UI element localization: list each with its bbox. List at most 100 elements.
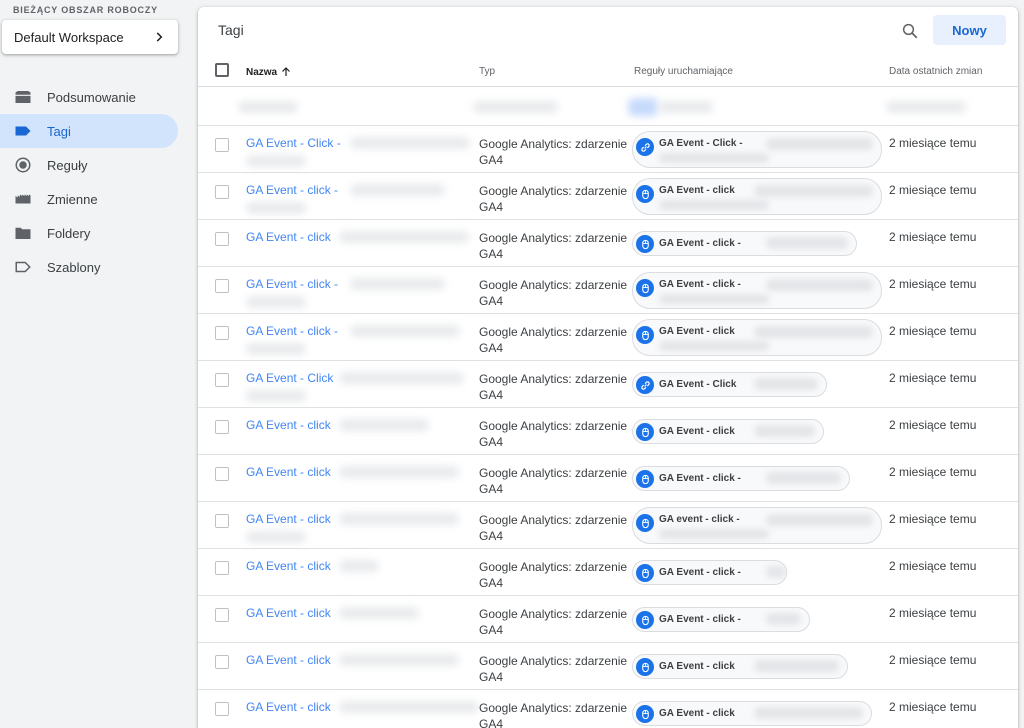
trigger-chip[interactable]: GA Event - click: [632, 419, 824, 444]
redacted-trigger-name-2: [659, 153, 769, 163]
tag-name-link[interactable]: GA Event - click: [246, 512, 331, 526]
tag-name-link[interactable]: GA Event - click: [246, 653, 331, 667]
redacted-trigger-name: [754, 660, 839, 672]
sidebar-item-summary[interactable]: Podsumowanie: [0, 80, 178, 114]
tag-type: Google Analytics: zdarzenie GA4: [479, 513, 628, 543]
redacted-trigger-name: [754, 707, 863, 719]
tag-name-link[interactable]: GA Event - click: [246, 559, 331, 573]
redacted-trigger-name: [765, 514, 873, 526]
row-checkbox[interactable]: [215, 420, 229, 434]
tag-name-link[interactable]: GA Event - Click: [246, 371, 333, 385]
row-checkbox[interactable]: [215, 138, 229, 152]
tag-name-link[interactable]: GA Event - click -: [246, 183, 338, 197]
row-checkbox[interactable]: [215, 608, 229, 622]
tag-name-link[interactable]: GA Event - click -: [246, 324, 338, 338]
table-row[interactable]: GA Event - click Google Analytics: zdarz…: [198, 408, 1018, 455]
row-checkbox[interactable]: [215, 655, 229, 669]
sidebar-item-variables[interactable]: Zmienne: [0, 182, 178, 216]
trigger-chip[interactable]: GA Event - click -: [632, 466, 850, 491]
search-icon: [902, 23, 918, 39]
trigger-chip[interactable]: GA Event - click -: [632, 272, 882, 309]
tag-name-link[interactable]: GA Event - click: [246, 700, 331, 714]
table-row[interactable]: GA Event - Click - Google Analytics: zda…: [198, 126, 1018, 173]
tag-name-link[interactable]: GA Event - click: [246, 606, 331, 620]
redacted-trigger-icon: [628, 98, 658, 116]
row-checkbox[interactable]: [215, 232, 229, 246]
column-header-type[interactable]: Typ: [479, 66, 495, 77]
search-button[interactable]: [898, 19, 922, 43]
workspace-name: Default Workspace: [14, 29, 124, 45]
last-modified-date: 2 miesiące temu: [889, 653, 977, 667]
tag-name-link[interactable]: GA Event - Click -: [246, 136, 341, 150]
trigger-chip[interactable]: GA Event - Click: [632, 372, 827, 397]
workspace-selector[interactable]: Default Workspace: [2, 20, 178, 54]
tag-name-link[interactable]: GA Event - click: [246, 230, 331, 244]
row-checkbox[interactable]: [215, 326, 229, 340]
mouse-icon: [636, 279, 654, 297]
arrow-up-icon: [282, 67, 291, 76]
row-checkbox[interactable]: [215, 373, 229, 387]
trigger-chip[interactable]: GA Event - click -: [632, 607, 810, 632]
column-header-triggers[interactable]: Reguły uruchamiające: [634, 66, 733, 77]
table-row[interactable]: GA Event - click - Google Analytics: zda…: [198, 314, 1018, 361]
trigger-chip[interactable]: GA event - click -: [632, 507, 882, 544]
table-row[interactable]: GA Event - click Google Analytics: zdarz…: [198, 690, 1018, 728]
row-checkbox[interactable]: [215, 467, 229, 481]
tag-name-link[interactable]: GA Event - click: [246, 465, 331, 479]
tag-type: Google Analytics: zdarzenie GA4: [479, 654, 628, 684]
sidebar-item-label: Foldery: [47, 225, 91, 241]
trigger-chip[interactable]: GA Event - click -: [632, 231, 857, 256]
column-header-name[interactable]: Nazwa: [246, 66, 292, 78]
trigger-chip[interactable]: GA Event - click -: [632, 560, 787, 585]
table-row[interactable]: GA Event - Click Google Analytics: zdarz…: [198, 361, 1018, 408]
tag-type: Google Analytics: zdarzenie GA4: [479, 372, 628, 402]
table-row-redacted: [198, 88, 1018, 126]
last-modified-date: 2 miesiące temu: [889, 136, 977, 150]
table-row[interactable]: GA Event - click - Google Analytics: zda…: [198, 173, 1018, 220]
last-modified-date: 2 miesiące temu: [889, 465, 977, 479]
last-modified-date: 2 miesiące temu: [889, 371, 977, 385]
sidebar-item-folders[interactable]: Foldery: [0, 216, 178, 250]
table-row[interactable]: GA Event - click - Google Analytics: zda…: [198, 267, 1018, 314]
row-checkbox[interactable]: [215, 561, 229, 575]
trigger-chip[interactable]: GA Event - click: [632, 319, 882, 356]
redacted-tag-name: [350, 184, 446, 196]
row-checkbox[interactable]: [215, 702, 229, 716]
mouse-icon: [636, 423, 654, 441]
row-checkbox[interactable]: [215, 279, 229, 293]
last-modified-date: 2 miesiące temu: [889, 700, 977, 714]
link-icon: [636, 138, 654, 156]
table-row[interactable]: GA Event - click Google Analytics: zdarz…: [198, 220, 1018, 267]
sidebar-item-templates[interactable]: Szablony: [0, 250, 178, 284]
template-icon: [14, 258, 32, 276]
table-row[interactable]: GA Event - click Google Analytics: zdarz…: [198, 455, 1018, 502]
last-modified-date: 2 miesiące temu: [889, 559, 977, 573]
table-row[interactable]: GA Event - click Google Analytics: zdarz…: [198, 549, 1018, 596]
trigger-chip[interactable]: GA Event - click: [632, 701, 872, 726]
tag-type: Google Analytics: zdarzenie GA4: [479, 607, 628, 637]
sidebar-item-tags[interactable]: Tagi: [0, 114, 178, 148]
tag-name-link[interactable]: GA Event - click -: [246, 277, 338, 291]
table-row[interactable]: GA Event - click Google Analytics: zdarz…: [198, 502, 1018, 549]
column-header-date[interactable]: Data ostatnich zmian: [889, 66, 982, 77]
last-modified-date: 2 miesiące temu: [889, 512, 977, 526]
trigger-label: GA Event - Click: [659, 379, 737, 390]
select-all-checkbox[interactable]: [215, 63, 229, 77]
trigger-chip[interactable]: GA Event - click: [632, 654, 848, 679]
trigger-chip[interactable]: GA Event - click: [632, 178, 882, 215]
row-checkbox[interactable]: [215, 185, 229, 199]
row-checkbox[interactable]: [215, 514, 229, 528]
last-modified-date: 2 miesiące temu: [889, 606, 977, 620]
summary-icon: [14, 88, 32, 106]
redacted-tag-name-2: [246, 155, 306, 167]
tag-name-link[interactable]: GA Event - click: [246, 418, 331, 432]
sidebar-item-triggers[interactable]: Reguły: [0, 148, 178, 182]
new-tag-button[interactable]: Nowy: [933, 15, 1006, 45]
table-row[interactable]: GA Event - click Google Analytics: zdarz…: [198, 596, 1018, 643]
last-modified-date: 2 miesiące temu: [889, 324, 977, 338]
table-row[interactable]: GA Event - click Google Analytics: zdarz…: [198, 643, 1018, 690]
redacted-tag-name-2: [246, 296, 306, 308]
trigger-chip[interactable]: GA Event - Click -: [632, 131, 882, 168]
redacted-tag-name: [338, 419, 429, 431]
trigger-label: GA Event - Click -: [659, 138, 743, 149]
